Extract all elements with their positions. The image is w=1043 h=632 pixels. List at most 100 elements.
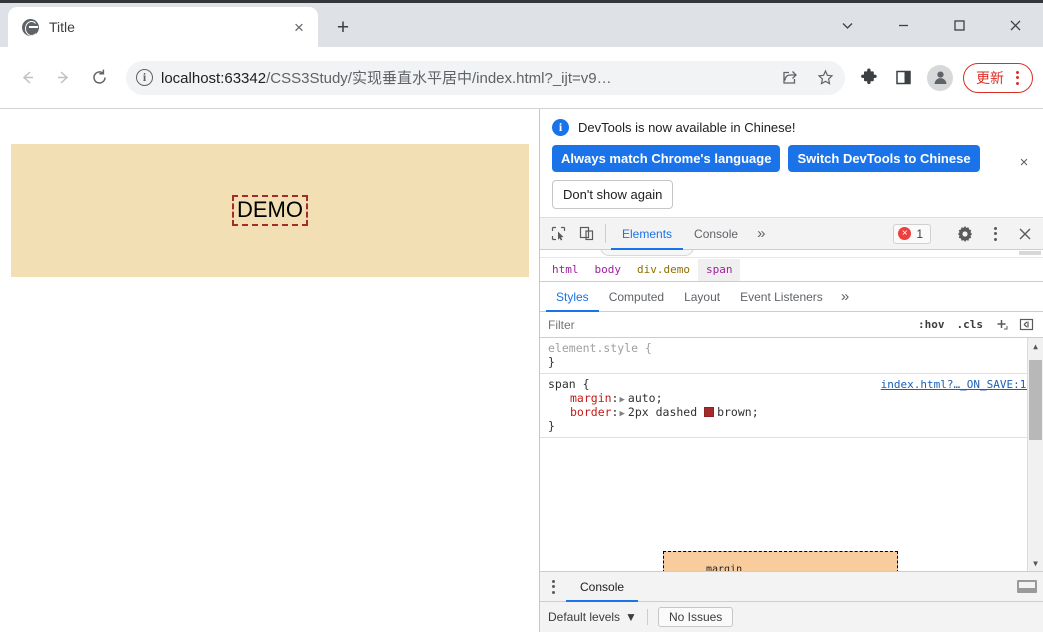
back-icon[interactable] bbox=[10, 61, 44, 95]
reload-icon[interactable] bbox=[82, 61, 116, 95]
error-badge[interactable]: × 1 bbox=[893, 223, 931, 244]
scroll-up-icon[interactable]: ▲ bbox=[1028, 338, 1043, 354]
content-area: DEMO i DevTools is now available in Chin… bbox=[0, 109, 1043, 632]
forward-icon[interactable] bbox=[46, 61, 80, 95]
demo-span: DEMO bbox=[232, 195, 308, 226]
box-model-margin[interactable]: margin bbox=[663, 551, 898, 571]
scrollbar-track[interactable] bbox=[1028, 354, 1043, 555]
breadcrumb-item-span[interactable]: span bbox=[697, 258, 741, 281]
tab-label: Computed bbox=[608, 289, 665, 304]
demo-container: DEMO bbox=[11, 144, 529, 277]
url-host: localhost:63342 bbox=[161, 70, 267, 87]
class-toggle-button[interactable]: .cls bbox=[951, 318, 990, 331]
hover-state-button[interactable]: :hov bbox=[912, 318, 951, 331]
tab-event-listeners[interactable]: Event Listeners bbox=[730, 282, 833, 311]
browser-tab[interactable]: Title × bbox=[8, 7, 318, 47]
gear-icon[interactable] bbox=[951, 225, 979, 242]
site-info-icon[interactable]: i bbox=[136, 69, 153, 86]
browser-window: Title × + i localhost:63342/CSS3Study/实现… bbox=[0, 0, 1043, 632]
window-controls bbox=[819, 3, 1043, 47]
chevron-down-icon: ▼ bbox=[625, 610, 637, 624]
filter-input[interactable] bbox=[548, 317, 912, 332]
log-levels-label: Default levels bbox=[548, 610, 621, 624]
console-drawer: Console Default levels ▼ No Issues bbox=[540, 571, 1043, 632]
new-tab-button[interactable]: + bbox=[328, 12, 358, 42]
rule-close-brace: } bbox=[548, 355, 555, 369]
tab-label: Event Listeners bbox=[740, 289, 823, 304]
tab-elements[interactable]: Elements bbox=[611, 218, 684, 250]
kebab-icon[interactable] bbox=[1006, 70, 1028, 85]
divider bbox=[646, 609, 648, 625]
property-name: border bbox=[570, 405, 612, 419]
globe-icon bbox=[22, 18, 39, 36]
rule-close-brace: } bbox=[548, 419, 555, 433]
toggle-sidebar-icon[interactable] bbox=[1014, 317, 1039, 332]
maximize-icon[interactable] bbox=[931, 3, 987, 47]
tab-label: Styles bbox=[556, 289, 589, 304]
share-icon[interactable] bbox=[775, 64, 803, 92]
style-rule-element-style[interactable]: element.style { } bbox=[540, 338, 1043, 374]
breadcrumb-item-body[interactable]: body bbox=[587, 259, 630, 281]
tab-strip: Title × + bbox=[0, 0, 1043, 47]
dont-show-again-button[interactable]: Don't show again bbox=[552, 180, 674, 209]
profile-avatar[interactable] bbox=[927, 64, 953, 91]
styles-rules-pane[interactable]: element.style { } span { index.html?…_ON… bbox=[540, 338, 1043, 571]
property-value-prefix: 2px dashed bbox=[627, 405, 705, 419]
update-button[interactable]: 更新 bbox=[963, 62, 1033, 93]
breadcrumb: html body div.demo span bbox=[540, 258, 1043, 282]
minimize-icon[interactable] bbox=[875, 3, 931, 47]
log-levels-dropdown[interactable]: Default levels ▼ bbox=[548, 610, 637, 624]
close-icon[interactable]: × bbox=[288, 16, 310, 38]
property-name: margin bbox=[570, 391, 612, 405]
close-devtools-icon[interactable] bbox=[1011, 227, 1039, 241]
devtools-language-notice: i DevTools is now available in Chinese! … bbox=[540, 109, 1043, 218]
scrollbar-thumb[interactable] bbox=[1028, 360, 1042, 440]
breadcrumb-item-div-demo[interactable]: div.demo bbox=[629, 259, 698, 281]
tab-label: Elements bbox=[622, 226, 673, 241]
kebab-icon[interactable] bbox=[540, 572, 566, 601]
close-icon[interactable]: × bbox=[1015, 153, 1033, 171]
tab-search-icon[interactable] bbox=[819, 3, 875, 47]
tab-title: Title bbox=[49, 19, 75, 35]
tab-console-drawer[interactable]: Console bbox=[566, 572, 639, 602]
tab-label: Console bbox=[694, 226, 739, 241]
issues-button[interactable]: No Issues bbox=[657, 607, 734, 627]
close-window-icon[interactable] bbox=[987, 3, 1043, 47]
drawer-tabbar: Console bbox=[540, 572, 1043, 602]
kebab-icon[interactable] bbox=[981, 226, 1009, 241]
url-text: localhost:63342/CSS3Study/实现垂直水平居中/index… bbox=[161, 67, 767, 88]
divider bbox=[605, 224, 606, 243]
expand-arrow-icon[interactable]: ▶ bbox=[619, 395, 624, 405]
always-match-language-button[interactable]: Always match Chrome's language bbox=[552, 145, 781, 172]
switch-to-chinese-button[interactable]: Switch DevTools to Chinese bbox=[788, 145, 980, 172]
breadcrumb-item-html[interactable]: html bbox=[544, 259, 587, 281]
tab-computed[interactable]: Computed bbox=[599, 282, 674, 311]
side-panel-icon[interactable] bbox=[887, 61, 919, 95]
info-icon: i bbox=[552, 119, 569, 136]
device-toolbar-icon[interactable] bbox=[572, 218, 600, 249]
extensions-icon[interactable] bbox=[853, 61, 885, 95]
more-styles-tabs-icon[interactable]: » bbox=[833, 282, 857, 311]
dock-icon[interactable] bbox=[1017, 580, 1037, 593]
tab-console[interactable]: Console bbox=[683, 218, 749, 249]
update-label: 更新 bbox=[976, 69, 1004, 86]
notice-title: DevTools is now available in Chinese! bbox=[578, 120, 796, 135]
inspect-cursor-icon[interactable] bbox=[544, 218, 572, 249]
declaration-border[interactable]: border:▶ 2px dashed brown; bbox=[548, 405, 1035, 419]
scroll-down-icon[interactable]: ▼ bbox=[1028, 555, 1043, 571]
bookmark-star-icon[interactable] bbox=[811, 64, 839, 92]
new-style-rule-icon[interactable] bbox=[989, 317, 1014, 332]
declaration-margin[interactable]: margin:▶ auto; bbox=[548, 391, 1035, 405]
rule-source-link[interactable]: index.html?…_ON_SAVE:16 bbox=[881, 378, 1033, 391]
tab-layout[interactable]: Layout bbox=[674, 282, 730, 311]
style-rule-span[interactable]: span { index.html?…_ON_SAVE:16 margin:▶ a… bbox=[540, 374, 1043, 438]
more-tabs-icon[interactable]: » bbox=[749, 218, 773, 249]
expand-arrow-icon[interactable]: ▶ bbox=[619, 409, 624, 419]
console-toolbar: Default levels ▼ No Issues bbox=[540, 602, 1043, 632]
box-model-label: margin bbox=[706, 564, 743, 571]
address-bar[interactable]: i localhost:63342/CSS3Study/实现垂直水平居中/ind… bbox=[126, 60, 845, 95]
devtools-tabbar-actions: × 1 bbox=[893, 218, 1043, 249]
color-swatch[interactable] bbox=[704, 407, 715, 417]
tab-styles[interactable]: Styles bbox=[546, 282, 599, 312]
styles-scrollbar[interactable]: ▲ ▼ bbox=[1027, 338, 1043, 571]
